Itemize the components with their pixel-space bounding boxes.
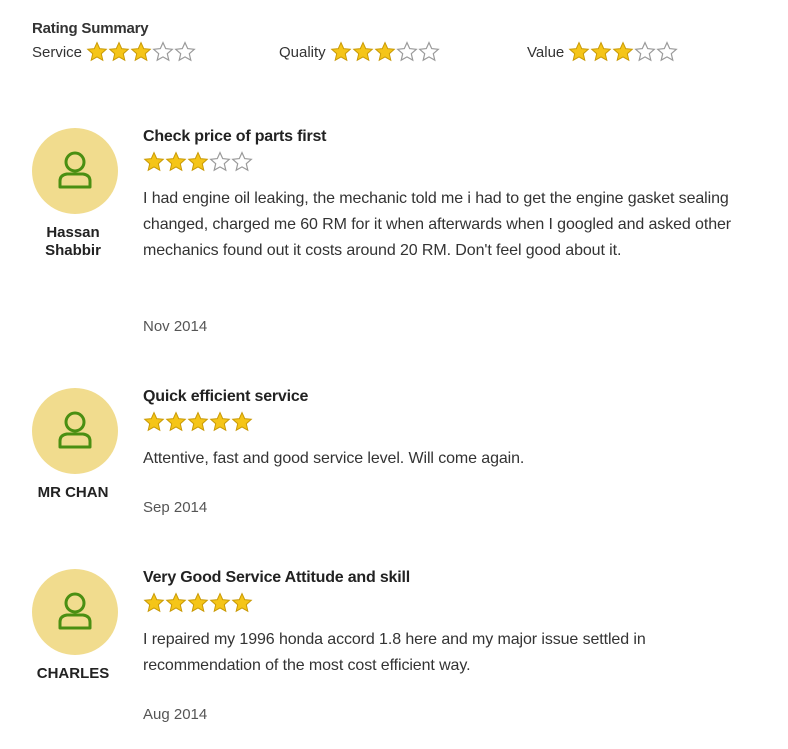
star-filled-icon — [330, 41, 352, 63]
star-filled-icon — [143, 411, 165, 433]
star-filled-icon — [374, 41, 396, 63]
star-filled-icon — [209, 411, 231, 433]
rating-summary-title: Rating Summary — [32, 20, 149, 37]
star-filled-icon — [187, 411, 209, 433]
reviewer-name: MR CHAN — [37, 484, 109, 501]
rating-summary-row: Service Quality Value — [32, 41, 752, 65]
summary-service: Service — [32, 41, 196, 63]
review-date: Sep 2014 — [143, 499, 208, 516]
user-icon — [58, 151, 92, 189]
avatar — [32, 128, 118, 214]
summary-quality: Quality — [279, 41, 440, 63]
star-filled-icon — [130, 41, 152, 63]
reviewer-name: Hassan Shabbir — [45, 224, 101, 259]
star-filled-icon — [86, 41, 108, 63]
review-title: Very Good Service Attitude and skill — [143, 569, 410, 586]
review-stars — [143, 592, 253, 614]
star-filled-icon — [209, 592, 231, 614]
star-empty-icon — [656, 41, 678, 63]
star-filled-icon — [143, 592, 165, 614]
summary-quality-label: Quality — [279, 43, 326, 61]
summary-service-stars — [86, 41, 196, 63]
star-filled-icon — [590, 41, 612, 63]
star-filled-icon — [231, 411, 253, 433]
review-content: Very Good Service Attitude and skill I r… — [143, 569, 763, 679]
star-filled-icon — [352, 41, 374, 63]
star-filled-icon — [108, 41, 130, 63]
reviewer: CHARLES — [30, 569, 120, 683]
avatar — [32, 388, 118, 474]
star-empty-icon — [634, 41, 656, 63]
review-date: Nov 2014 — [143, 318, 208, 335]
star-empty-icon — [174, 41, 196, 63]
star-empty-icon — [231, 151, 253, 173]
reviewer: Hassan Shabbir — [30, 128, 120, 260]
review-text: I had engine oil leaking, the mechanic t… — [143, 190, 732, 259]
review-content: Check price of parts first I had engine … — [143, 128, 763, 264]
review-text: Attentive, fast and good service level. … — [143, 450, 525, 467]
star-empty-icon — [417, 41, 440, 63]
reviewer: MR CHAN — [30, 388, 120, 502]
rating-summary: Rating Summary Service Quality Value — [32, 20, 752, 65]
summary-service-label: Service — [32, 43, 83, 61]
summary-quality-stars — [330, 41, 440, 63]
reviewer-name: CHARLES — [36, 665, 110, 682]
review-content: Quick efficient service Attentive, fast … — [143, 388, 763, 472]
star-empty-icon — [152, 41, 174, 63]
star-filled-icon — [231, 592, 253, 614]
review-text: I repaired my 1996 honda accord 1.8 here… — [143, 631, 646, 674]
review-title: Quick efficient service — [143, 388, 309, 405]
star-filled-icon — [165, 151, 187, 173]
summary-value-stars — [568, 41, 678, 63]
review-date: Aug 2014 — [143, 706, 208, 723]
review-title: Check price of parts first — [143, 128, 327, 145]
user-icon — [58, 411, 92, 449]
star-empty-icon — [209, 151, 231, 173]
star-filled-icon — [165, 592, 187, 614]
star-filled-icon — [187, 592, 209, 614]
star-filled-icon — [612, 41, 634, 63]
star-empty-icon — [395, 41, 418, 63]
star-filled-icon — [143, 151, 165, 173]
star-filled-icon — [165, 411, 187, 433]
summary-value: Value — [527, 41, 678, 63]
summary-value-label: Value — [527, 43, 565, 61]
star-filled-icon — [568, 41, 590, 63]
user-icon — [58, 592, 92, 630]
avatar — [32, 569, 118, 655]
review-stars — [143, 411, 253, 433]
review-stars — [143, 151, 253, 173]
star-filled-icon — [187, 151, 209, 173]
